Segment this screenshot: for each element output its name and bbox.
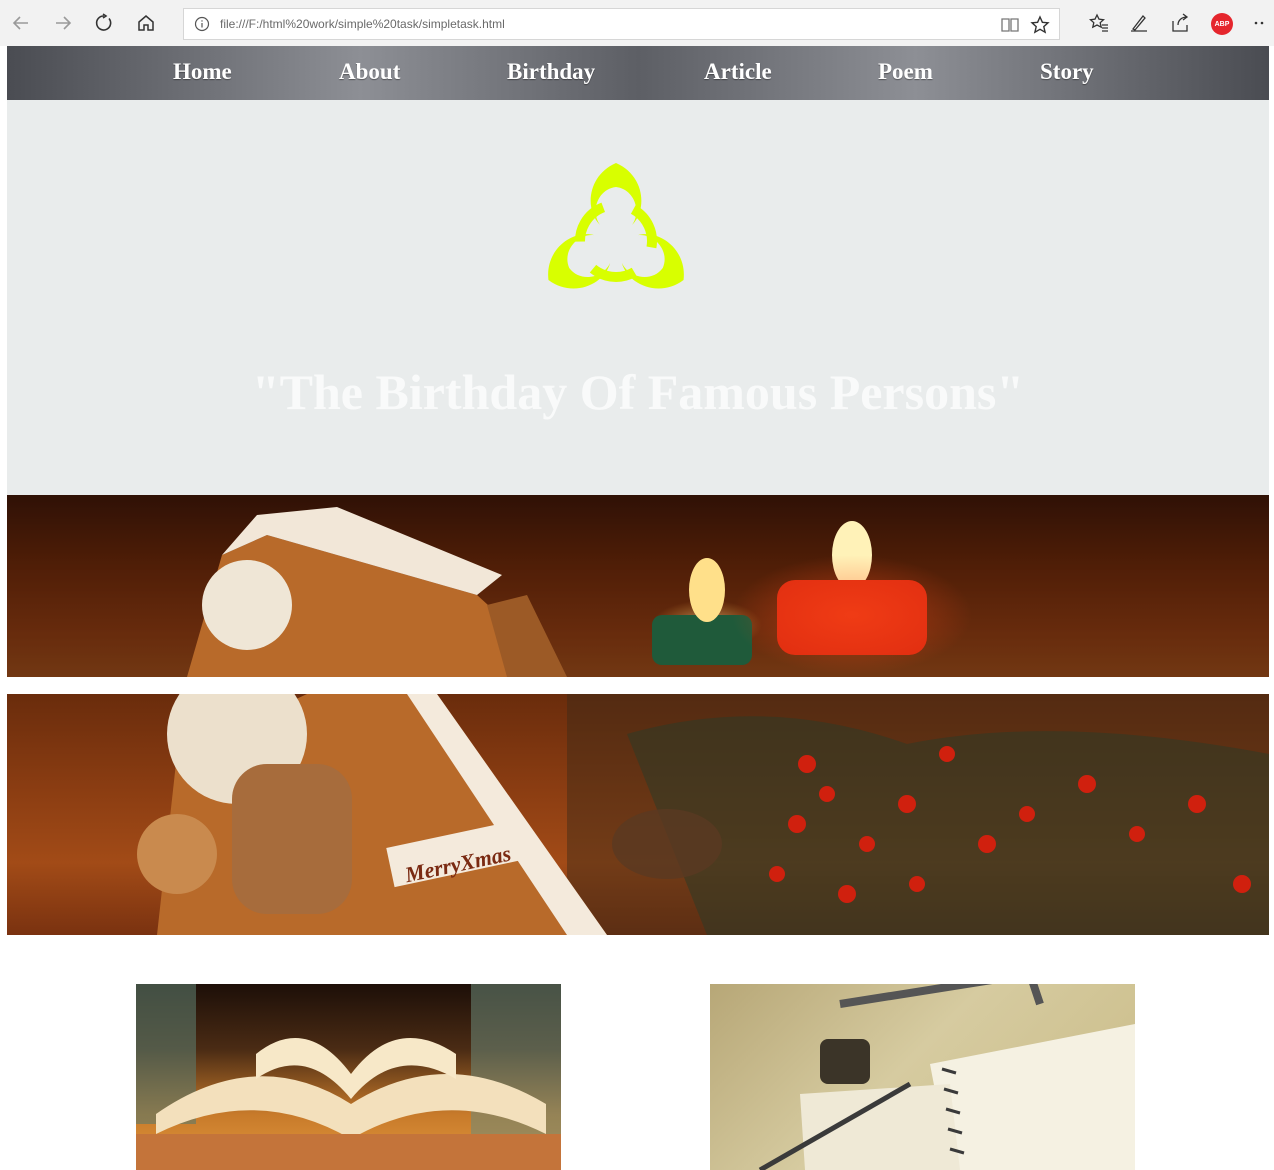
nav-home[interactable]: Home	[173, 59, 232, 85]
gingerbread-house-berries-image: MerryXmas	[7, 694, 1269, 935]
favorites-list-icon[interactable]	[1086, 10, 1112, 36]
biohazard-icon	[540, 163, 692, 302]
open-books-image[interactable]	[136, 984, 561, 1170]
gingerbread-house-candles-image	[7, 495, 1269, 677]
hero-title: "The Birthday Of Famous Persons"	[251, 364, 1025, 420]
reading-view-icon[interactable]	[1000, 15, 1020, 35]
back-arrow-icon[interactable]	[8, 10, 34, 36]
nav-about[interactable]: About	[339, 59, 400, 85]
adblock-icon[interactable]: ABP	[1211, 13, 1233, 35]
more-icon[interactable]	[1246, 10, 1272, 36]
main-navbar: Home About Birthday Article Poem Story	[7, 46, 1269, 100]
nav-birthday[interactable]: Birthday	[507, 59, 595, 85]
nav-story[interactable]: Story	[1040, 59, 1094, 85]
refresh-icon[interactable]	[91, 10, 117, 36]
notebook-pen-ink-image[interactable]	[710, 984, 1135, 1170]
url-text[interactable]: file:///F:/html%20work/simple%20task/sim…	[220, 17, 505, 31]
forward-arrow-icon[interactable]	[50, 10, 76, 36]
favorite-star-icon[interactable]	[1030, 15, 1050, 35]
address-bar[interactable]: file:///F:/html%20work/simple%20task/sim…	[183, 8, 1060, 40]
nav-article[interactable]: Article	[704, 59, 772, 85]
browser-toolbar: file:///F:/html%20work/simple%20task/sim…	[0, 0, 1274, 46]
hero-section: "The Birthday Of Famous Persons"	[7, 100, 1269, 495]
nav-poem[interactable]: Poem	[878, 59, 933, 85]
share-icon[interactable]	[1167, 10, 1193, 36]
info-icon[interactable]	[194, 16, 210, 32]
home-icon[interactable]	[133, 10, 159, 36]
pen-icon[interactable]	[1126, 10, 1152, 36]
